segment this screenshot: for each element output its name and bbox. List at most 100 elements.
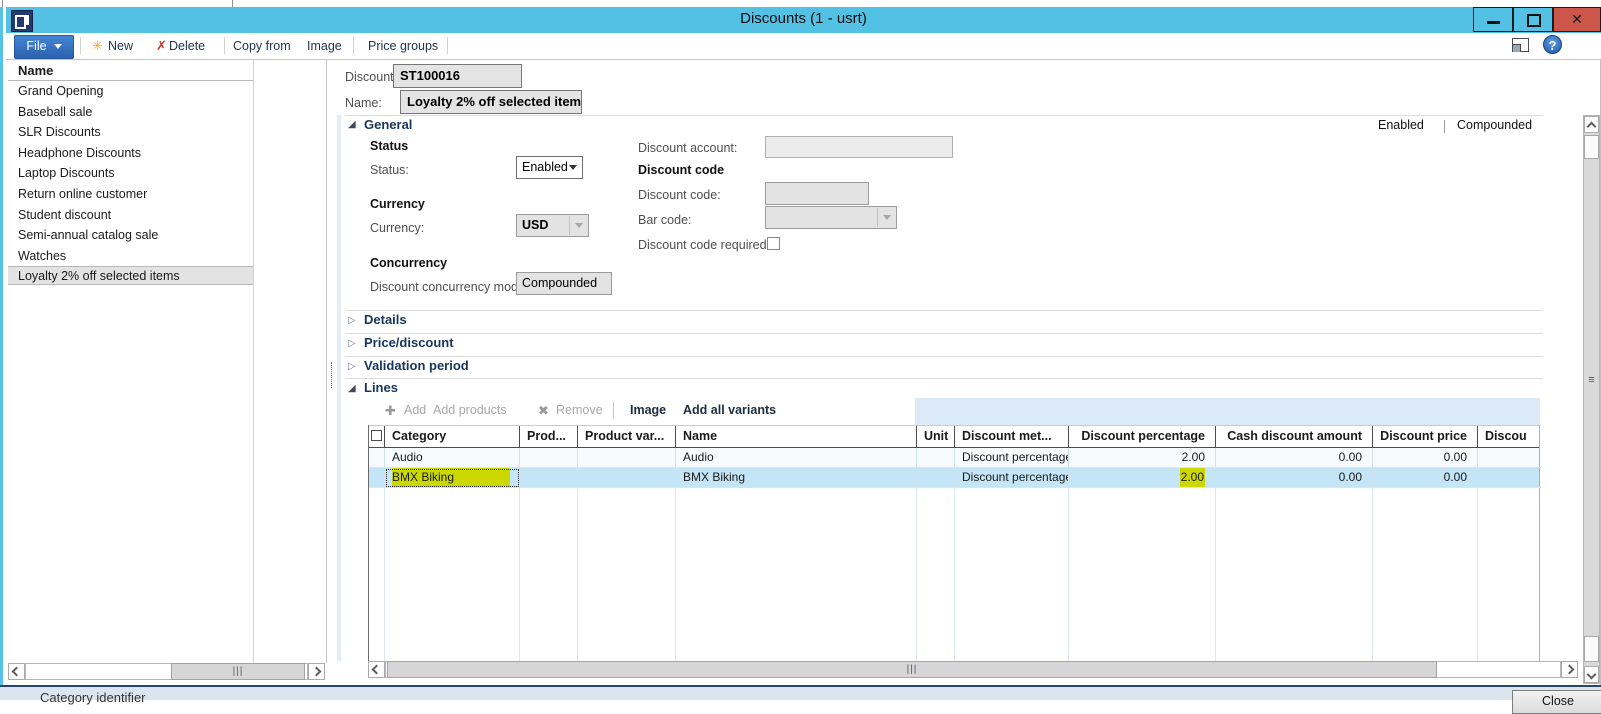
cell-discount-price[interactable]: 0.00 [1373, 448, 1478, 468]
cell-unit[interactable] [917, 468, 955, 488]
layout-toggle-icon[interactable] [1512, 38, 1529, 52]
list-item[interactable]: Semi-annual catalog sale [8, 225, 253, 246]
cell-discount-method[interactable]: Discount percentage [955, 468, 1069, 488]
cell-category[interactable]: Audio [385, 448, 520, 468]
list-header-name[interactable]: Name [8, 60, 253, 81]
close-icon: ✕ [1554, 11, 1600, 28]
scrollbar-thumb[interactable] [1584, 636, 1599, 662]
image-button[interactable]: Image [307, 37, 342, 55]
section-lines[interactable]: Lines [364, 380, 398, 395]
column-header-discount-clipped[interactable]: Discou [1478, 426, 1541, 447]
grid-row-audio[interactable]: Audio Audio Discount percentage 2.00 0.0… [369, 448, 1539, 468]
maximize-button[interactable] [1513, 7, 1553, 32]
file-menu-button[interactable]: File [14, 35, 74, 59]
highlight-marker: BMX Biking [392, 468, 510, 487]
row-selector-cell[interactable] [369, 468, 385, 488]
row-selector-cell[interactable] [369, 448, 385, 468]
cell-unit[interactable] [917, 448, 955, 468]
scroll-down-button[interactable] [1584, 666, 1599, 683]
cell-product[interactable] [520, 448, 578, 468]
cell-cash-discount-amount[interactable]: 0.00 [1216, 468, 1373, 488]
list-item[interactable]: Grand Opening [8, 81, 253, 102]
column-header-product-variant[interactable]: Product var... [578, 426, 676, 447]
column-header-discount-method[interactable]: Discount met... [955, 426, 1069, 447]
scroll-left-button[interactable] [368, 661, 385, 678]
collapse-triangle-icon[interactable]: ▷ [348, 338, 356, 349]
price-groups-button[interactable]: Price groups [368, 37, 438, 55]
column-header-category[interactable]: Category [385, 426, 520, 447]
select-all-checkbox[interactable] [371, 430, 382, 441]
column-header-discount-percentage[interactable]: Discount percentage [1069, 426, 1216, 447]
discount-id-field[interactable]: ST100016 [393, 64, 522, 88]
list-item[interactable]: Watches [8, 246, 253, 267]
column-header-discount-price[interactable]: Discount price [1373, 426, 1478, 447]
section-general[interactable]: General [364, 117, 412, 132]
currency-combobox[interactable]: USD [516, 214, 589, 237]
delete-button[interactable]: Delete [169, 37, 205, 55]
list-item[interactable]: Baseball sale [8, 102, 253, 123]
copy-from-button[interactable]: Copy from [233, 37, 291, 55]
splitter-grip[interactable]: ≡ [1584, 374, 1599, 388]
status-combobox[interactable]: Enabled [516, 156, 583, 179]
list-item[interactable]: Laptop Discounts [8, 163, 253, 184]
cell-name[interactable]: Audio [676, 448, 917, 468]
add-products-button[interactable]: Add products [433, 403, 507, 417]
list-item[interactable]: Headphone Discounts [8, 143, 253, 164]
cell-product[interactable] [520, 468, 578, 488]
cell-extra[interactable] [1478, 448, 1541, 468]
list-item[interactable]: Student discount [8, 205, 253, 226]
list-item-selected[interactable]: Loyalty 2% off selected items [8, 266, 253, 285]
column-header-name[interactable]: Name [676, 426, 917, 447]
section-price-discount[interactable]: Price/discount [364, 335, 454, 350]
line-image-button[interactable]: Image [630, 403, 666, 417]
select-all-cell[interactable] [369, 426, 385, 447]
scroll-right-button[interactable] [308, 663, 325, 680]
status-value: Enabled [522, 160, 568, 174]
scroll-left-button[interactable] [8, 663, 25, 680]
list-item[interactable]: Return online customer [8, 184, 253, 205]
cell-discount-method[interactable]: Discount percentage [955, 448, 1069, 468]
pane-splitter[interactable] [331, 362, 332, 388]
cell-extra[interactable] [1478, 468, 1541, 488]
collapse-triangle-icon[interactable]: ◢ [348, 383, 356, 394]
scrollbar-thumb[interactable]: ||| [171, 663, 305, 680]
add-all-variants-button[interactable]: Add all variants [683, 403, 776, 417]
list-item[interactable]: SLR Discounts [8, 122, 253, 143]
close-window-button[interactable]: ✕ [1553, 7, 1601, 32]
cell-discount-percentage-highlighted[interactable]: 2.00 [1069, 468, 1216, 488]
section-details[interactable]: Details [364, 312, 407, 327]
bar-code-label: Bar code: [638, 213, 692, 227]
cell-discount-price[interactable]: 0.00 [1373, 468, 1478, 488]
cell-variant[interactable] [578, 468, 676, 488]
scrollbar-thumb[interactable] [1584, 135, 1599, 159]
concurrency-mode-field[interactable]: Compounded [516, 272, 612, 295]
remove-line-button[interactable]: Remove [556, 403, 603, 417]
column-header-product[interactable]: Prod... [520, 426, 578, 447]
grid-row-bmx-biking-selected[interactable]: BMX Biking BMX Biking Discount percentag… [369, 468, 1539, 488]
discount-code-field[interactable] [765, 182, 869, 205]
discount-name-field[interactable]: Loyalty 2% off selected item [400, 90, 582, 114]
collapse-triangle-icon[interactable]: ◢ [348, 119, 356, 130]
cell-cash-discount-amount[interactable]: 0.00 [1216, 448, 1373, 468]
scrollbar-thumb[interactable]: ||| [387, 661, 1437, 678]
close-button[interactable]: Close [1512, 690, 1601, 714]
discount-code-required-label: Discount code required: [638, 238, 770, 252]
collapse-triangle-icon[interactable]: ▷ [348, 361, 356, 372]
cell-category-highlighted[interactable]: BMX Biking [385, 468, 520, 488]
minimize-button[interactable] [1473, 7, 1513, 32]
cell-variant[interactable] [578, 448, 676, 468]
section-validation-period[interactable]: Validation period [364, 358, 469, 373]
discount-account-field[interactable] [765, 136, 953, 158]
scroll-right-button[interactable] [1561, 661, 1578, 678]
add-line-button[interactable]: Add [404, 403, 426, 417]
bar-code-combobox[interactable] [765, 206, 897, 229]
cell-discount-percentage[interactable]: 2.00 [1069, 448, 1216, 468]
help-icon[interactable]: ? [1543, 35, 1562, 54]
cell-name[interactable]: BMX Biking [676, 468, 917, 488]
discount-code-required-checkbox[interactable] [767, 237, 780, 250]
new-button[interactable]: New [108, 37, 133, 55]
collapse-triangle-icon[interactable]: ▷ [348, 315, 356, 326]
column-header-unit[interactable]: Unit [917, 426, 955, 447]
scroll-up-button[interactable] [1584, 116, 1599, 133]
column-header-cash-discount-amount[interactable]: Cash discount amount [1216, 426, 1373, 447]
